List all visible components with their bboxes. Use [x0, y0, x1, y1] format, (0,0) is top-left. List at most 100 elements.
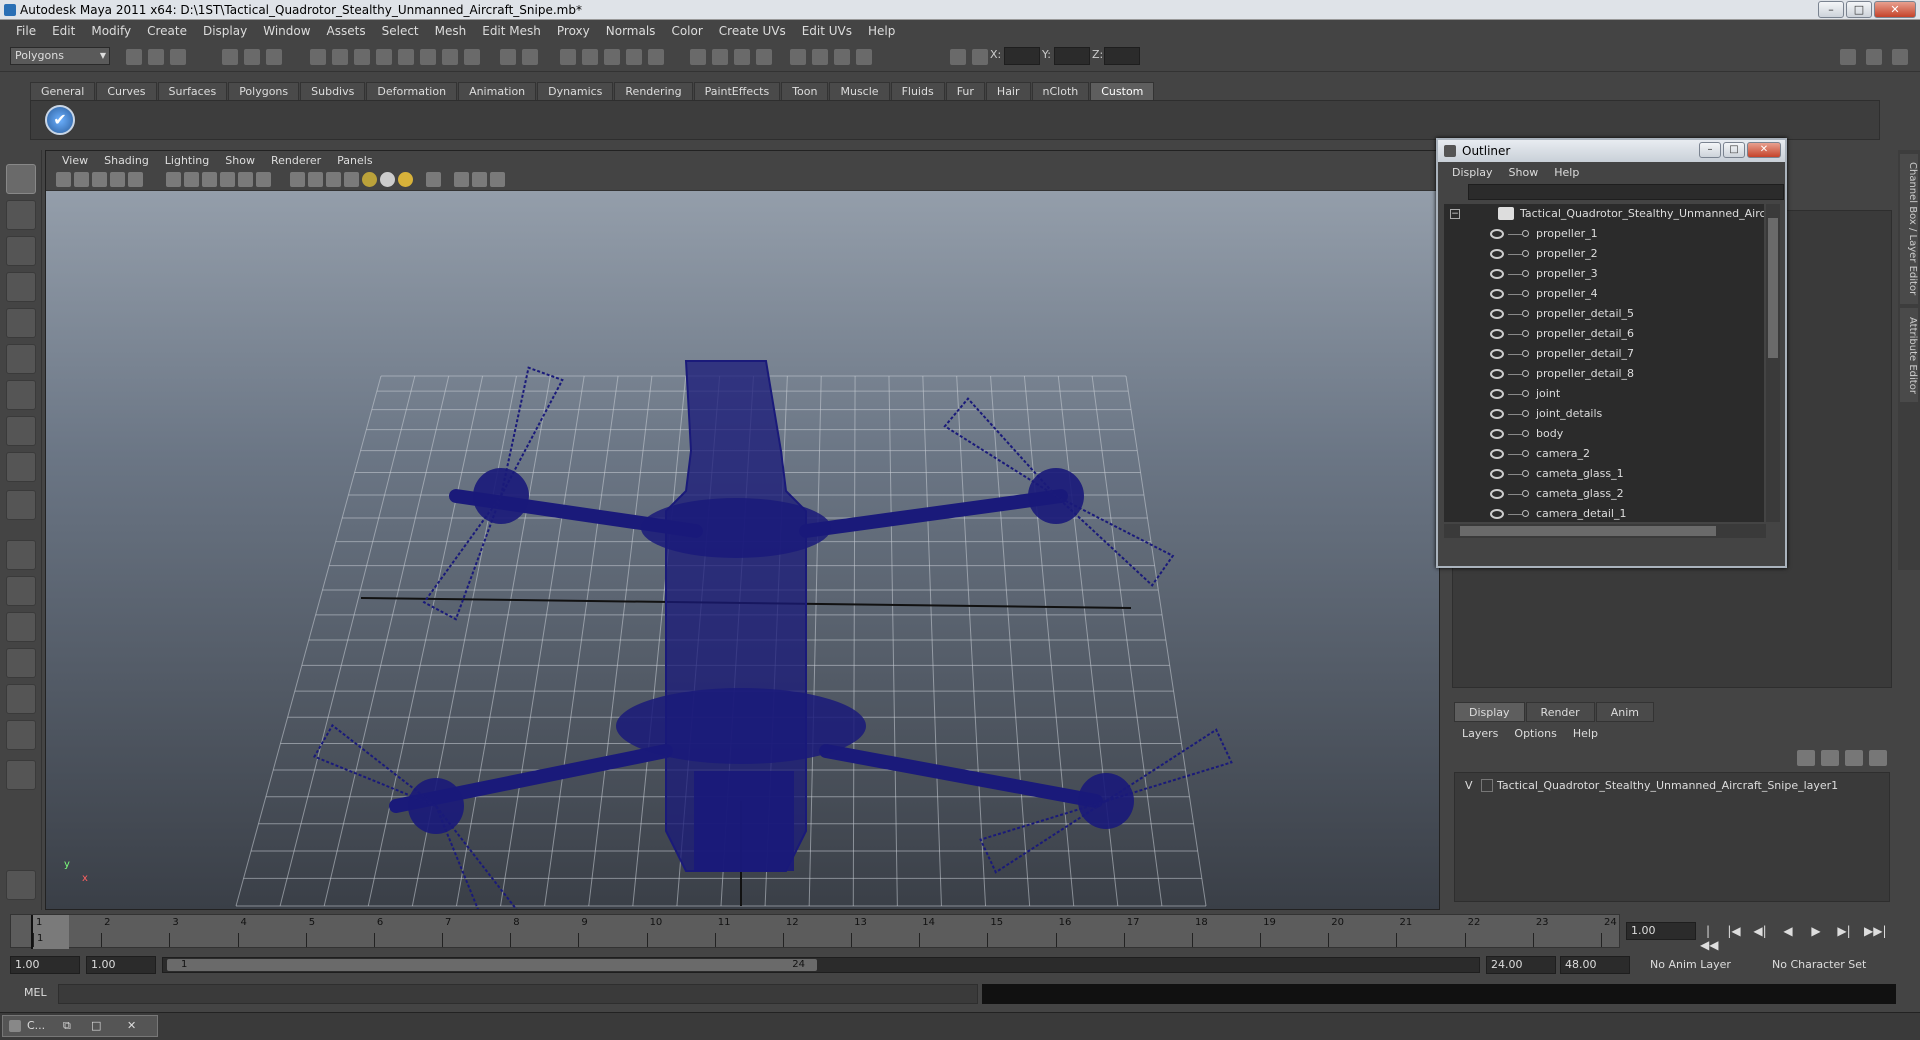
image-plane-icon[interactable]	[110, 172, 125, 187]
panel-menu-panels[interactable]: Panels	[329, 154, 380, 167]
menu-assets[interactable]: Assets	[319, 24, 374, 38]
snap-plane-icon[interactable]	[376, 49, 392, 65]
textured-icon[interactable]	[220, 172, 235, 187]
outliner-item[interactable]: propeller_detail_5	[1444, 304, 1764, 324]
xray-icon[interactable]	[290, 172, 305, 187]
outliner-item[interactable]: cameta_glass_2	[1444, 484, 1764, 504]
show-channel-box-icon[interactable]	[1840, 49, 1856, 65]
smooth-shade-icon[interactable]	[184, 172, 199, 187]
character-set-dropdown[interactable]: No Character Set	[1772, 956, 1866, 974]
command-input[interactable]	[58, 984, 978, 1004]
shelf-tab-ncloth[interactable]: nCloth	[1031, 82, 1090, 100]
menu-file[interactable]: File	[8, 24, 44, 38]
shelf-tab-painteffects[interactable]: PaintEffects	[693, 82, 781, 100]
timeline-icon[interactable]	[856, 49, 872, 65]
shelf-tab-dynamics[interactable]: Dynamics	[537, 82, 614, 100]
hq-render-icon[interactable]	[454, 172, 469, 187]
menu-color[interactable]: Color	[663, 24, 710, 38]
menu-modify[interactable]: Modify	[83, 24, 139, 38]
outliner-item[interactable]: propeller_4	[1444, 284, 1764, 304]
layer-type-toggle[interactable]	[1481, 779, 1493, 792]
step-back-frame-button[interactable]: ◀|	[1752, 924, 1768, 938]
bookmark-icon[interactable]	[92, 172, 107, 187]
checkmark-shelf-icon[interactable]: ✔	[45, 105, 75, 135]
universal-manipulator-icon[interactable]	[6, 380, 36, 410]
shelf-tab-muscle[interactable]: Muscle	[829, 82, 890, 100]
outliner-item[interactable]: propeller_2	[1444, 244, 1764, 264]
menu-mesh[interactable]: Mesh	[427, 24, 475, 38]
input-line-icon[interactable]	[690, 49, 706, 65]
outliner-menu-help[interactable]: Help	[1546, 166, 1587, 179]
outliner-item[interactable]: cameta_glass_1	[1444, 464, 1764, 484]
show-attribute-editor-icon[interactable]	[1866, 49, 1882, 65]
xray-components-icon[interactable]	[326, 172, 341, 187]
lock-icon[interactable]	[500, 49, 516, 65]
outliner-item[interactable]: body	[1444, 424, 1764, 444]
playback-start-field[interactable]: 1.00	[86, 956, 156, 974]
outliner-maximize-button[interactable]: □	[1723, 142, 1745, 158]
open-scene-icon[interactable]	[148, 49, 164, 65]
restore-icon[interactable]: ⧉	[63, 1016, 71, 1036]
select-component-icon[interactable]	[266, 49, 282, 65]
menu-create-uvs[interactable]: Create UVs	[711, 24, 794, 38]
grid-view-icon[interactable]	[472, 172, 487, 187]
toolbox-icon[interactable]	[834, 49, 850, 65]
layer-tab-anim[interactable]: Anim	[1595, 702, 1654, 722]
quick-layout-icon[interactable]	[6, 870, 36, 900]
snap-curve-icon[interactable]	[332, 49, 348, 65]
outliner-root-item[interactable]: − Tactical_Quadrotor_Stealthy_Unmanned_A…	[1444, 204, 1764, 224]
menu-display[interactable]: Display	[195, 24, 255, 38]
shelf-tab-custom[interactable]: Custom	[1090, 82, 1155, 100]
animation-start-field[interactable]: 1.00	[10, 956, 80, 974]
tab-attribute-editor[interactable]: Attribute Editor	[1900, 308, 1918, 402]
attribute-editor-icon[interactable]	[734, 49, 750, 65]
xray-joints-icon[interactable]	[308, 172, 323, 187]
shelf-tab-fur[interactable]: Fur	[945, 82, 985, 100]
layer-tab-render[interactable]: Render	[1525, 702, 1595, 722]
four-pane-layout-icon[interactable]	[6, 576, 36, 606]
show-manipulator-icon[interactable]	[6, 452, 36, 482]
wire-on-shaded-icon[interactable]	[202, 172, 217, 187]
select-highlight-icon[interactable]	[522, 49, 538, 65]
render-settings-icon[interactable]	[604, 49, 620, 65]
snap-live-icon[interactable]	[398, 49, 414, 65]
go-to-end-button[interactable]: ▶▶|	[1864, 924, 1887, 938]
shelf-tab-general[interactable]: General	[30, 82, 96, 100]
outliner-item[interactable]: camera_detail_1	[1444, 504, 1764, 522]
film-gate-icon[interactable]	[490, 172, 505, 187]
move-layer-down-icon[interactable]	[1821, 750, 1839, 766]
go-to-start-button[interactable]: |◀◀	[1700, 924, 1718, 952]
panel-menu-view[interactable]: View	[54, 154, 96, 167]
layout-menu-icon[interactable]	[6, 760, 36, 790]
menu-edit-mesh[interactable]: Edit Mesh	[474, 24, 549, 38]
layer-visibility-toggle[interactable]: V	[1465, 777, 1473, 795]
outliner-filter-field[interactable]	[1468, 184, 1784, 200]
panel-menu-lighting[interactable]: Lighting	[157, 154, 217, 167]
step-forward-frame-button[interactable]: ▶|	[1836, 924, 1852, 938]
channel-box-icon[interactable]	[790, 49, 806, 65]
outliner-item[interactable]: propeller_detail_7	[1444, 344, 1764, 364]
shelf-tab-surfaces[interactable]: Surfaces	[157, 82, 228, 100]
shadows-icon[interactable]	[256, 172, 271, 187]
animation-end-field[interactable]: 48.00	[1560, 956, 1630, 974]
collapse-icon[interactable]: −	[1450, 209, 1460, 219]
paint-select-tool-icon[interactable]	[6, 236, 36, 266]
move-layer-up-icon[interactable]	[1797, 750, 1815, 766]
menu-proxy[interactable]: Proxy	[549, 24, 598, 38]
snap-grid-icon[interactable]	[310, 49, 326, 65]
tab-channel-box[interactable]: Channel Box / Layer Editor	[1900, 154, 1918, 304]
outliner-item[interactable]: joint_details	[1444, 404, 1764, 424]
menu-set-dropdown[interactable]: Polygons	[10, 47, 110, 65]
shelf-tab-toon[interactable]: Toon	[781, 82, 829, 100]
y-field[interactable]	[1054, 47, 1090, 65]
rotate-tool-icon[interactable]	[6, 308, 36, 338]
current-time-field[interactable]: 1.00	[1626, 922, 1696, 940]
isolate-select-icon[interactable]	[426, 172, 441, 187]
close-icon[interactable]: ✕	[127, 1016, 136, 1036]
single-pane-layout-icon[interactable]	[6, 540, 36, 570]
camera-select-icon[interactable]	[56, 172, 71, 187]
scale-tool-icon[interactable]	[6, 344, 36, 374]
play-forwards-button[interactable]: ▶	[1808, 924, 1824, 938]
z-field[interactable]	[1104, 47, 1140, 65]
snap-point-icon[interactable]	[354, 49, 370, 65]
